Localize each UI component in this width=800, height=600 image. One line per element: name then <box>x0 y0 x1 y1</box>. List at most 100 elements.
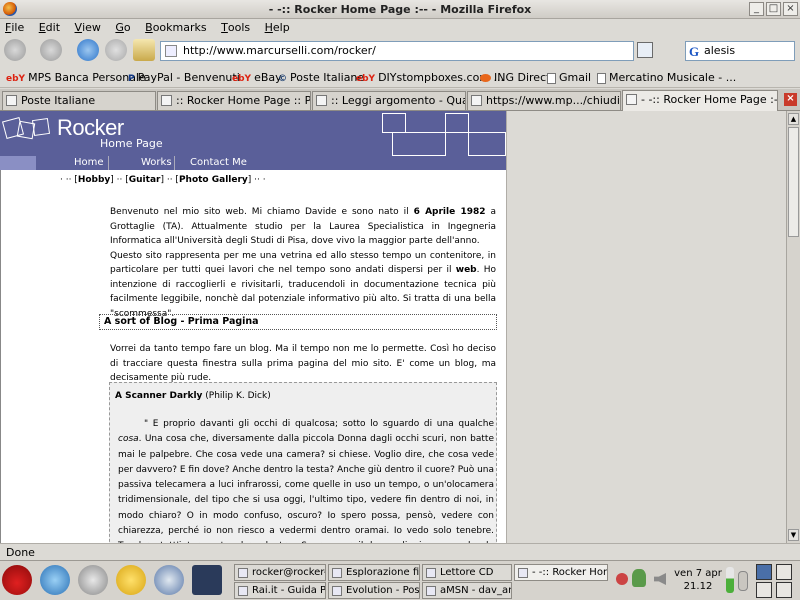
tab-favicon-icon <box>6 95 17 106</box>
menu-bookmarks[interactable]: Bookmarks <box>140 19 212 34</box>
nav-divider <box>174 156 175 170</box>
web-content: Rocker Home Page Home Works Contact Me ·… <box>0 111 506 543</box>
task-firefox[interactable]: - -:: Rocker Home <box>514 564 608 581</box>
clock[interactable]: ven 7 apr 21.12 <box>672 567 724 593</box>
bookmark-mercatino[interactable]: Mercatino Musicale - ... <box>597 71 736 84</box>
home-icon[interactable] <box>133 39 155 61</box>
back-icon[interactable] <box>4 39 26 61</box>
menu-view[interactable]: View <box>70 19 107 34</box>
tab-mps-chiudi[interactable]: https://www.mp.../chiudiHB.asp <box>467 91 621 110</box>
url-text: http://www.marcurselli.com/rocker/ <box>183 44 376 57</box>
reload-icon[interactable] <box>77 39 99 61</box>
workspace-2-icon[interactable] <box>756 582 772 598</box>
empty-page-area <box>506 111 786 543</box>
forward-icon[interactable] <box>40 39 62 61</box>
deco-square <box>445 113 469 133</box>
bookmark-gmail[interactable]: Gmail <box>547 71 591 84</box>
tab-favicon-icon <box>161 95 172 106</box>
window-titlebar[interactable]: - -:: Rocker Home Page :-- - Mozilla Fir… <box>0 0 800 19</box>
photo-gallery-link[interactable]: Photo Gallery <box>179 175 248 185</box>
email-launcher-icon[interactable] <box>78 565 108 595</box>
menu-help[interactable]: Help <box>260 19 296 34</box>
close-window-button[interactable]: × <box>783 2 798 16</box>
site-nav-bar <box>36 156 506 170</box>
page-icon <box>597 72 606 84</box>
nav-divider <box>108 156 109 170</box>
hobby-link[interactable]: Hobby <box>78 175 110 185</box>
clock-date: ven 7 apr <box>674 568 722 579</box>
desktop-taskbar: rocker@rocker-la Esplorazione file Letto… <box>0 560 800 600</box>
vertical-scrollbar[interactable]: ▲ ▼ <box>786 111 800 543</box>
tab-rocker-pedal[interactable]: :: Rocker Home Page :: Pedal... <box>157 91 311 110</box>
scroll-thumb[interactable] <box>788 127 799 237</box>
tray-app-icon[interactable] <box>616 573 628 585</box>
workspace-3-icon[interactable] <box>776 564 792 580</box>
bookmark-ebay[interactable]: ebY eBay <box>232 71 282 84</box>
bookmark-mps[interactable]: ebY MPS Banca Personale <box>6 71 146 84</box>
task-icon <box>238 586 248 596</box>
scroll-up-icon[interactable]: ▲ <box>788 113 799 125</box>
nav-home-link[interactable]: Home <box>74 157 104 168</box>
task-rai[interactable]: Rai.it - Guida Prog <box>234 582 326 599</box>
close-tab-icon[interactable]: × <box>784 93 797 106</box>
terminal-launcher-icon[interactable] <box>192 565 222 595</box>
ing-icon <box>480 74 491 82</box>
task-amsn[interactable]: aMSN - dav_ana <box>422 582 512 599</box>
task-evolution[interactable]: Evolution - Posta <box>328 582 420 599</box>
minimize-button[interactable]: _ <box>749 2 764 16</box>
browser-launcher-icon[interactable] <box>40 565 70 595</box>
bookmark-paypal[interactable]: P PayPal - Benvenuti <box>128 71 240 84</box>
bookmark-poste[interactable]: © Poste Italiane <box>278 71 364 84</box>
clock-time: 21.12 <box>683 581 713 592</box>
amsn-tray-icon[interactable] <box>632 569 646 587</box>
blog-intro: Vorrei da tanto tempo fare un blog. Ma i… <box>110 344 496 383</box>
tab-rocker-home[interactable]: - -:: Rocker Home Page :-- - <box>622 90 778 111</box>
scanner-darkly-box: A Scanner Darkly (Philip K. Dick) " E pr… <box>109 382 497 543</box>
tab-bar: Poste Italiane :: Rocker Home Page :: Pe… <box>0 89 800 111</box>
maximize-button[interactable]: □ <box>766 2 781 16</box>
bookmark-ing[interactable]: ING Direct <box>480 71 550 84</box>
deco-square <box>468 132 506 156</box>
search-input[interactable]: G alesis <box>685 41 795 61</box>
page-icon <box>547 72 556 84</box>
tray-device-icon[interactable] <box>738 571 748 591</box>
guitar-link[interactable]: Guitar <box>129 175 161 185</box>
redhat-menu-icon[interactable] <box>2 565 32 595</box>
deco-square <box>382 113 406 133</box>
menu-tools[interactable]: Tools <box>216 19 256 34</box>
go-button[interactable] <box>637 42 653 58</box>
task-cd-player[interactable]: Lettore CD <box>422 564 512 581</box>
site-header: Rocker Home Page <box>0 111 506 156</box>
navigation-toolbar: http://www.marcurselli.com/rocker/ G ale… <box>0 36 800 65</box>
workspace-4-icon[interactable] <box>776 582 792 598</box>
messenger-launcher-icon[interactable] <box>116 565 146 595</box>
nav-contact-link[interactable]: Contact Me <box>190 157 247 168</box>
tab-leggi-argomento[interactable]: :: Leggi argomento - Quale fra... <box>312 91 466 110</box>
status-bar: Done <box>0 543 800 560</box>
volume-icon[interactable] <box>654 573 666 585</box>
task-terminal[interactable]: rocker@rocker-la <box>234 564 326 581</box>
menu-go[interactable]: Go <box>110 19 136 34</box>
task-file-explorer[interactable]: Esplorazione file <box>328 564 420 581</box>
stop-icon[interactable] <box>105 39 127 61</box>
media-launcher-icon[interactable] <box>154 565 184 595</box>
window-controls: _ □ × <box>749 2 798 16</box>
nav-works-link[interactable]: Works <box>141 157 172 168</box>
task-icon <box>332 586 342 596</box>
task-icon <box>426 586 436 596</box>
search-value: alesis <box>704 44 736 57</box>
menu-file[interactable]: File <box>0 19 30 34</box>
tab-favicon-icon <box>626 94 637 105</box>
tab-favicon-icon <box>471 95 482 106</box>
poste-icon: © <box>278 74 287 84</box>
task-icon <box>518 568 528 578</box>
menu-edit[interactable]: Edit <box>34 19 66 34</box>
scanner-title: A Scanner Darkly (Philip K. Dick) <box>115 391 271 401</box>
scroll-down-icon[interactable]: ▼ <box>788 529 799 541</box>
tab-poste-italiane[interactable]: Poste Italiane <box>2 91 156 110</box>
logo-square-icon <box>31 117 51 137</box>
task-icon <box>426 568 436 578</box>
paypal-icon: P <box>128 74 135 84</box>
workspace-1-icon[interactable] <box>756 564 772 580</box>
url-input[interactable]: http://www.marcurselli.com/rocker/ <box>160 41 634 61</box>
